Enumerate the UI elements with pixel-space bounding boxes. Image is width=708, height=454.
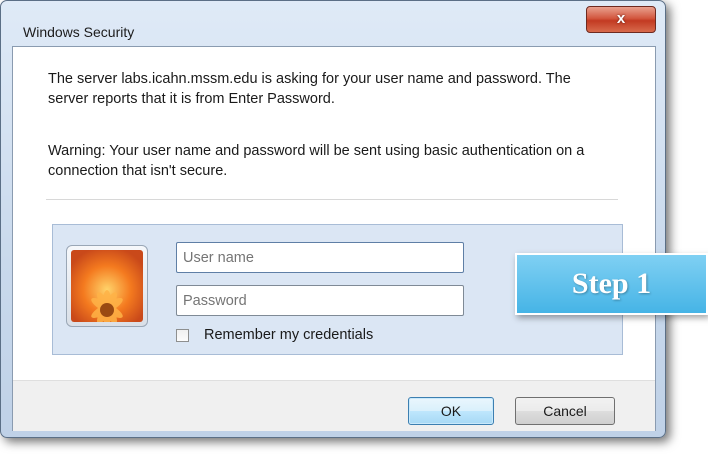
server-message: The server labs.icahn.mssm.edu is asking… <box>48 71 571 107</box>
password-input[interactable] <box>176 285 464 316</box>
flower-user-tile-icon <box>66 245 148 327</box>
step-callout: Step 1 <box>515 253 708 315</box>
security-warning: Warning: Your user name and password wil… <box>48 143 585 179</box>
remember-label: Remember my credentials <box>204 327 374 343</box>
cancel-button[interactable]: Cancel <box>515 397 615 425</box>
window-title: Windows Security <box>23 24 135 40</box>
remember-checkbox[interactable] <box>176 328 189 342</box>
remember-credentials[interactable]: Remember my credentials <box>176 327 373 343</box>
button-bar: OK Cancel <box>13 380 655 431</box>
ok-button[interactable]: OK <box>408 397 494 425</box>
close-button[interactable]: x <box>586 6 656 33</box>
dialog-body: The server labs.icahn.mssm.edu is asking… <box>12 46 656 431</box>
windows-security-dialog: Windows Security x The server labs.icahn… <box>0 0 666 438</box>
username-input[interactable] <box>176 242 464 273</box>
divider <box>46 199 618 200</box>
